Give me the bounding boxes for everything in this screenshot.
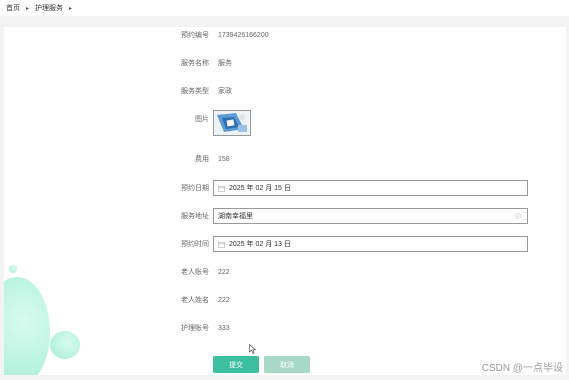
- order-time-input[interactable]: 2025 年 02 月 13 日: [213, 236, 528, 252]
- service-name-value: 服务: [218, 60, 232, 67]
- breadcrumb-home[interactable]: 首页: [6, 3, 20, 13]
- service-type-row: 服务类型 家政: [0, 83, 569, 99]
- elder-account-value: 222: [218, 268, 230, 276]
- service-address-value: 湖南幸福里: [218, 213, 253, 220]
- cancel-button[interactable]: 取消: [264, 356, 310, 373]
- elder-account-label: 老人账号: [181, 269, 209, 276]
- nurse-account-row: 护理账号 333: [0, 320, 569, 336]
- order-time-value: 2025 年 02 月 13 日: [229, 241, 291, 248]
- fee-label: 费用: [195, 156, 209, 163]
- order-date-value: 2025 年 02 月 15 日: [229, 185, 291, 192]
- elder-name-value: 222: [218, 296, 230, 304]
- elder-name-row: 老人姓名 222: [0, 292, 569, 308]
- order-no-row: 预约编号 1739426166200: [0, 27, 569, 43]
- elder-account-row: 老人账号 222: [0, 264, 569, 280]
- chevron-down-icon: [515, 213, 521, 219]
- service-type-value: 家政: [218, 88, 232, 95]
- service-name-label: 服务名称: [181, 60, 209, 67]
- order-no-label: 预约编号: [181, 32, 209, 39]
- service-image-graphic: [214, 111, 250, 135]
- nurse-account-value: 333: [218, 324, 230, 332]
- breadcrumb-separator-icon: ▸: [69, 5, 73, 12]
- nurse-account-label: 护理账号: [181, 325, 209, 332]
- breadcrumb: 首页 ▸ 护理服务 ▸: [0, 0, 569, 16]
- service-name-row: 服务名称 服务: [0, 55, 569, 71]
- mouse-cursor-icon: [249, 344, 257, 354]
- calendar-icon: [218, 185, 225, 192]
- calendar-icon: [218, 241, 225, 248]
- breadcrumb-separator-icon: ▸: [26, 5, 30, 12]
- watermark: CSDN @一点毕设: [481, 363, 563, 374]
- order-no-value: 1739426166200: [218, 31, 269, 39]
- order-date-label: 预约日期: [181, 185, 209, 192]
- image-row: 图片: [0, 111, 569, 127]
- service-address-select[interactable]: 湖南幸福里: [213, 208, 528, 224]
- order-date-input[interactable]: 2025 年 02 月 15 日: [213, 180, 528, 196]
- elder-name-label: 老人姓名: [181, 297, 209, 304]
- image-label: 图片: [195, 116, 209, 123]
- order-time-label: 预约时间: [181, 241, 209, 248]
- service-type-label: 服务类型: [181, 88, 209, 95]
- fee-row: 费用 158: [0, 151, 569, 167]
- service-image[interactable]: [213, 110, 251, 136]
- fee-value: 158: [218, 155, 230, 163]
- breadcrumb-current[interactable]: 护理服务: [35, 3, 63, 13]
- submit-button[interactable]: 提交: [213, 356, 259, 373]
- service-address-label: 服务地址: [181, 213, 209, 220]
